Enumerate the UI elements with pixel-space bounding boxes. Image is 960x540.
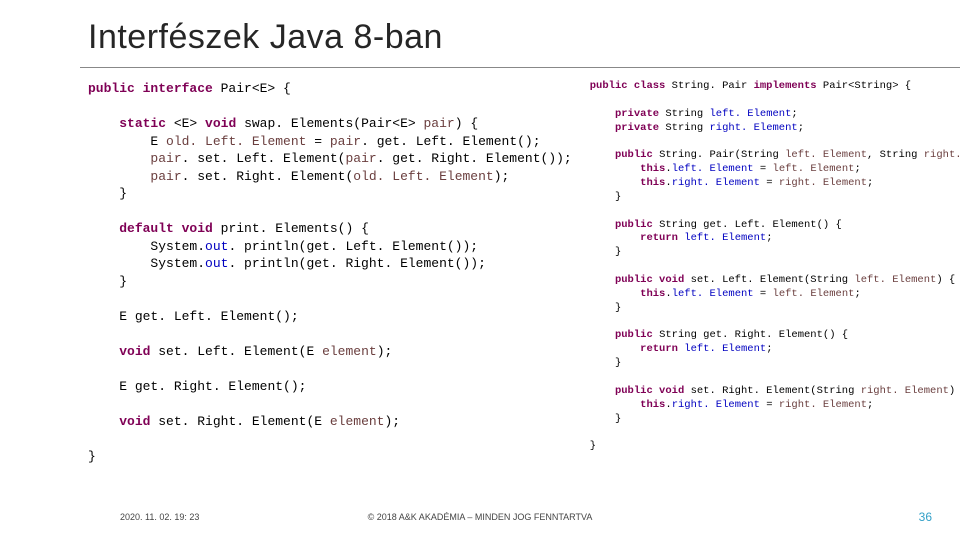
title-rule xyxy=(80,67,960,68)
code-columns: public interface Pair<E> { static <E> vo… xyxy=(88,80,922,466)
code-left-col: public interface Pair<E> { static <E> vo… xyxy=(88,80,572,466)
code-left: public interface Pair<E> { static <E> vo… xyxy=(88,80,572,466)
footer-copyright: © 2018 A&K AKADÉMIA – MINDEN JOG FENNTAR… xyxy=(368,512,593,522)
footer-page: 36 xyxy=(919,510,932,524)
slide: Interfészek Java 8-ban public interface … xyxy=(0,0,960,540)
code-right: public class String. Pair implements Pai… xyxy=(590,80,960,454)
slide-title: Interfészek Java 8-ban xyxy=(88,18,922,57)
code-right-col: public class String. Pair implements Pai… xyxy=(590,80,960,466)
footer: 2020. 11. 02. 19: 23 © 2018 A&K AKADÉMIA… xyxy=(0,508,960,526)
footer-timestamp: 2020. 11. 02. 19: 23 xyxy=(120,512,199,522)
